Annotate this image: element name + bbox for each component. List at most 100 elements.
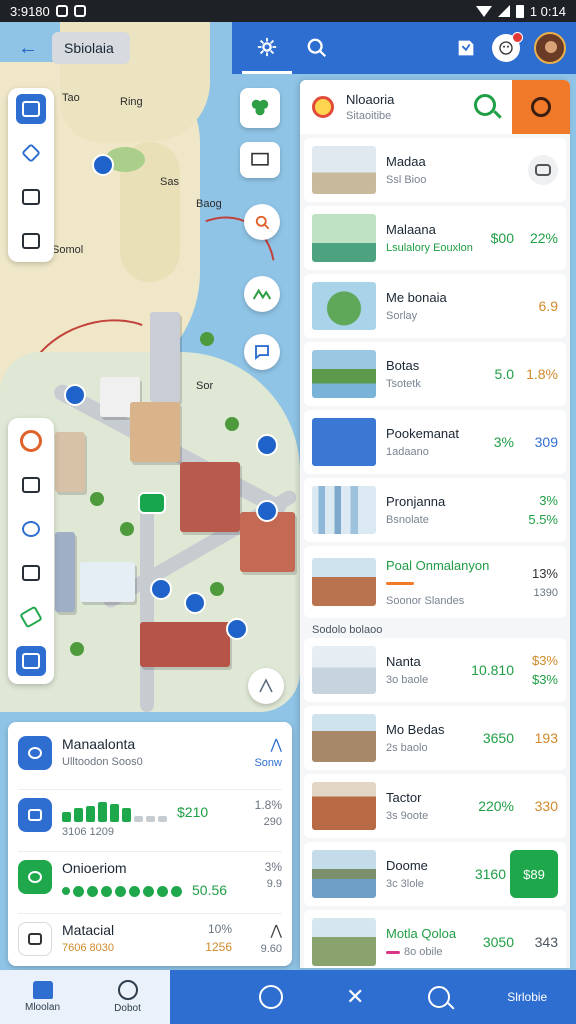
map-building[interactable] (150, 312, 180, 402)
list-item-percent: 343 (534, 934, 558, 950)
expand-icon[interactable]: ⋀ (242, 922, 282, 939)
nav-tab-home[interactable]: Mloolan (0, 970, 85, 1024)
route-button[interactable] (244, 276, 280, 312)
user-avatar[interactable] (534, 32, 566, 64)
list-item-subtitle: Lsulalory Eouxlon (386, 242, 473, 254)
map-pin[interactable] (226, 618, 248, 640)
map-tree (200, 332, 214, 346)
summary-value: 9.60 (260, 943, 282, 955)
summary-row-subtitle: Ulltoodon Soos0 (62, 756, 143, 768)
summary-row[interactable]: $210 3106 1209 1.8% 290 (18, 794, 282, 852)
notification-badge (512, 32, 523, 43)
search-button[interactable] (292, 22, 342, 74)
save-tool-button[interactable] (16, 646, 46, 676)
scan-button[interactable] (244, 204, 280, 240)
map-pin[interactable] (64, 384, 86, 406)
activity-bar (122, 808, 131, 822)
map-pin[interactable] (92, 154, 114, 176)
chart-icon (22, 565, 40, 581)
search-chip[interactable]: Sbiolaia (52, 32, 130, 64)
list-item[interactable]: Malaana Lsulalory Eouxlon $00 22% (304, 206, 566, 270)
map-pin[interactable] (256, 500, 278, 522)
search-icon[interactable] (474, 94, 496, 116)
list-item[interactable]: Doome 3c 3lole 3160 $89 (304, 842, 566, 906)
summary-row[interactable]: Manaalonta Ulltoodon Soos0 ⋀ Sonw (18, 732, 282, 790)
cube-tool-button[interactable] (16, 470, 46, 500)
stack-tool-button[interactable] (16, 226, 46, 256)
back-arrow-icon[interactable]: ← (14, 37, 42, 60)
summary-row-link[interactable]: Sonw (224, 757, 282, 769)
list-item-title: Poal Onmalanyon (386, 557, 490, 573)
list-item-subtitle: 3s 9oote (386, 810, 429, 822)
map-building[interactable] (80, 562, 135, 602)
bottom-action-label[interactable]: Slrlobie (507, 990, 547, 1004)
search-icon[interactable] (427, 986, 450, 1008)
map-book-button[interactable] (452, 34, 480, 62)
list-item[interactable]: Mo Bedas 2s baolo 3650 193 (304, 706, 566, 770)
bottom-action-bar: ✕ Slrlobie (170, 970, 576, 1024)
compass-button[interactable] (248, 668, 284, 704)
nav-tab-chat[interactable]: Dobot (85, 970, 170, 1024)
list-header-subtitle: Sitaoitibe (346, 110, 392, 122)
list-item-subtitle: 3o baole (386, 674, 429, 686)
settings-tab[interactable] (242, 22, 292, 74)
activity-bar (134, 816, 143, 822)
list-item[interactable]: Madaa Ssl Bioo (304, 138, 566, 202)
map-building[interactable] (55, 432, 85, 492)
toggle-icon[interactable] (528, 155, 558, 185)
map-pin[interactable] (150, 578, 172, 600)
list-item-title: Pronjanna (386, 494, 446, 509)
clover-icon (251, 99, 269, 116)
map-pin[interactable] (184, 592, 206, 614)
filter-button[interactable] (512, 80, 570, 134)
list-item-value: 3160 (474, 866, 506, 882)
expand-icon[interactable]: ⋀ (224, 736, 282, 753)
map-building[interactable] (130, 402, 180, 462)
list-item[interactable]: Me bonaia Sorlay 6.9 (304, 274, 566, 338)
map-building[interactable] (55, 532, 75, 612)
search-icon (307, 38, 327, 58)
list-item-title: Nanta (386, 654, 421, 669)
chat-map-button[interactable] (244, 334, 280, 370)
screen-button[interactable] (240, 142, 280, 178)
list-item[interactable]: Poal Onmalanyon Soonor Slandes 13% 1390 (304, 546, 566, 618)
map-building[interactable] (180, 462, 240, 532)
summary-row-title: Manaalonta (62, 736, 136, 752)
list-item[interactable]: Botas Tsotetk 5.0 1.8% (304, 342, 566, 406)
list-item[interactable]: Tactor 3s 9oote 220% 330 (304, 774, 566, 838)
list-item[interactable]: Pronjanna Bsnolate 3% 5.5% (304, 478, 566, 542)
list-item[interactable]: Pookemanat 1adaano 3% 309 (304, 410, 566, 474)
summary-row[interactable]: Onioeriom 50.56 3% 9.9 (18, 856, 282, 914)
list-item[interactable]: Motla Qoloa 8o obile 3050 343 (304, 910, 566, 968)
section-label: Sodolo bolaoo (312, 624, 383, 636)
location-tool-button[interactable] (16, 426, 46, 456)
list-item-thumbnail (312, 918, 376, 966)
summary-row[interactable]: Matacial 7606 8030 10% 1256 ⋀ 9.60 (18, 918, 282, 976)
tag-green-tool-button[interactable] (16, 602, 46, 632)
layers-tool-button[interactable] (16, 94, 46, 124)
notifications-button[interactable] (492, 32, 523, 62)
activity-dot (87, 885, 98, 897)
list-item-value: $00 (490, 230, 514, 246)
tag-icon (19, 605, 43, 629)
summary-value: 1.8% (254, 798, 282, 812)
folder-tool-button[interactable] (16, 182, 46, 212)
list-item-action-button[interactable]: $89 (510, 850, 558, 898)
list-item[interactable]: Nanta 3o baole 10.810 $3% $3% (304, 638, 566, 702)
list-item-value: 1390 (533, 586, 558, 599)
map-building[interactable] (140, 622, 230, 667)
map-pin[interactable] (256, 434, 278, 456)
activity-dot (73, 885, 84, 897)
map-pin-green[interactable] (138, 492, 166, 514)
list-item-subtitle: Ssl Bioo (386, 174, 427, 186)
palette-tool-button[interactable] (16, 514, 46, 544)
clover-button[interactable] (240, 88, 280, 128)
chart-tool-button[interactable] (16, 558, 46, 588)
list-item-thumbnail (312, 646, 376, 694)
close-icon[interactable]: ✕ (340, 984, 370, 1010)
map-tree (120, 522, 134, 536)
record-button[interactable] (258, 985, 283, 1009)
activity-bar (74, 808, 83, 822)
list-item-percent: 193 (534, 730, 558, 746)
tag-tool-button[interactable] (16, 138, 46, 168)
